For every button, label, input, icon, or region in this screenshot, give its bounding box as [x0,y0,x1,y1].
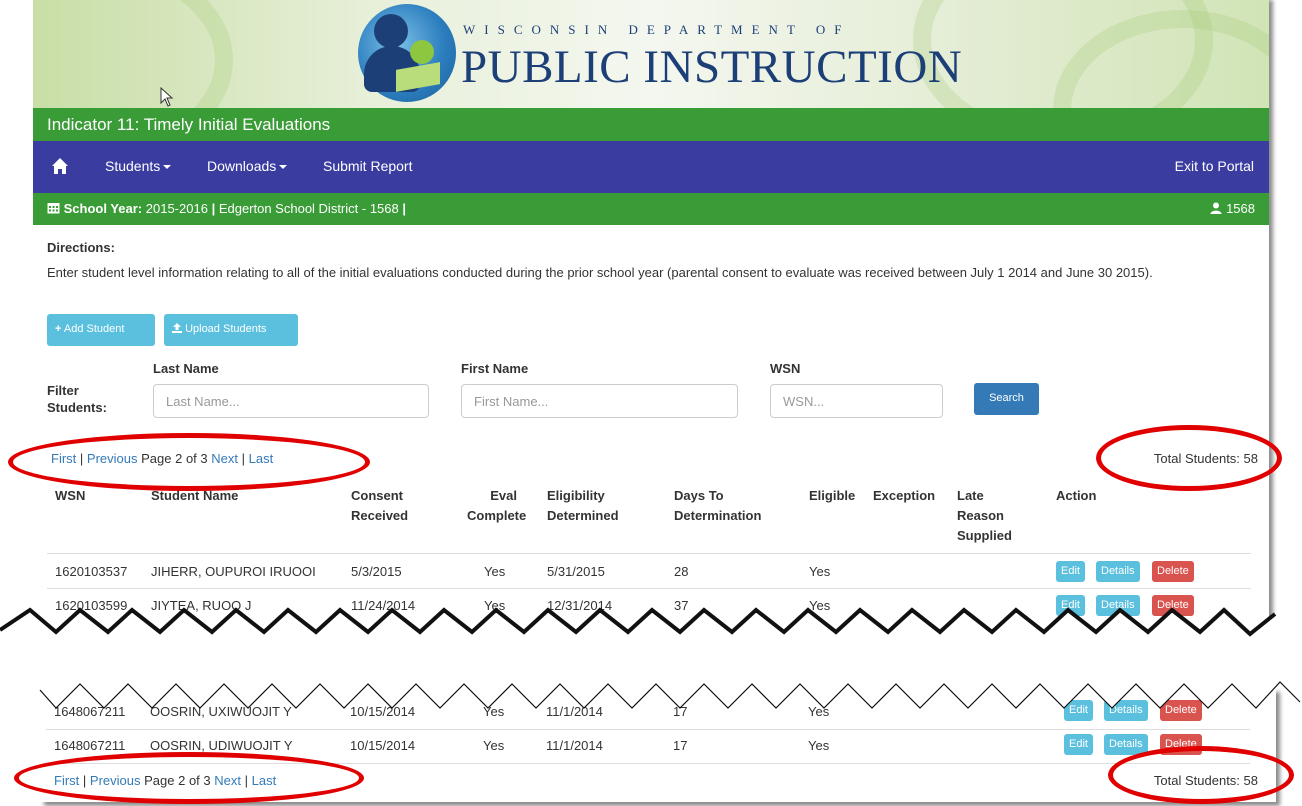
col-header-exception: Exception [873,488,936,503]
cell-eligible: Yes [809,564,831,579]
table-header-divider [47,553,1251,554]
cell-consent: 10/15/2014 [350,738,416,753]
row-divider [47,588,1251,589]
col-header-eligible: Eligible [809,488,856,503]
school-year-label: School Year: [63,201,143,216]
last-name-label: Last Name [153,361,219,376]
upload-students-label: Upload Students [185,323,267,335]
edit-button[interactable]: Edit [1056,561,1085,582]
caret-down-icon [163,165,172,170]
col-header-eligibility-determined: Eligibility Determined [547,488,619,523]
upload-icon [172,323,182,333]
col-header-eval-complete: Eval Complete [467,488,527,523]
school-year-value: 2015-2016 [145,201,208,216]
nav-downloads-dropdown[interactable]: Downloads [207,158,288,174]
directions-text: Enter student level information relating… [47,265,1153,280]
directions-heading: Directions: [47,240,115,255]
torn-edge-top [0,607,1302,650]
wsn-input[interactable]: WSN... [770,384,943,418]
separator: | [402,201,407,216]
nav-students-label: Students [105,158,161,174]
annotation-oval-pager-top [8,433,370,491]
cell-days: 17 [673,738,688,753]
banner-line1: WISCONSIN DEPARTMENT OF [463,22,851,37]
mouse-cursor-icon [160,87,174,107]
user-icon [1210,202,1222,214]
last-name-input[interactable]: Last Name... [153,384,429,418]
top-screenshot-panel: WISCONSIN DEPARTMENT OF PUBLIC INSTRUCTI… [33,0,1269,640]
annotation-oval-pager-bottom [14,752,364,804]
nav-submit-report[interactable]: Submit Report [323,158,412,174]
upload-students-button[interactable]: Upload Students [164,314,298,346]
search-button[interactable]: Search [974,383,1039,415]
cell-eval: Yes [484,564,506,579]
cell-wsn: 1648067211 [54,738,126,753]
torn-edge-bottom [0,680,1302,709]
calendar-icon [47,203,60,214]
add-student-label: Add Student [63,323,125,335]
col-header-days-to-determination: Days To Determination [674,488,762,523]
cell-determined: 11/1/2014 [546,738,603,753]
nav-downloads-label: Downloads [207,158,277,174]
school-year-bar: School Year: 2015-2016 | Edgerton School… [33,193,1269,225]
caret-down-icon [279,165,288,170]
cell-student-name: JIHERR, OUPUROI IRUOOI [151,564,316,579]
filter-students-label: Filter Students: [47,383,107,415]
banner-line2: PUBLIC INSTRUCTION [461,41,963,93]
dpi-logo [358,4,456,102]
row-divider [46,729,1250,730]
header-banner: WISCONSIN DEPARTMENT OF PUBLIC INSTRUCTI… [33,0,1269,108]
district-name: Edgerton School District - 1568 [218,201,399,216]
delete-button[interactable]: Delete [1152,561,1194,582]
annotation-oval-total-top [1096,425,1282,491]
cell-consent: 5/3/2015 [351,564,402,579]
col-header-consent-received: Consent Received [351,488,409,523]
page-title: Indicator 11: Timely Initial Evaluations [47,115,331,134]
cell-days: 28 [674,564,689,579]
separator: | [211,201,219,216]
page-title-bar: Indicator 11: Timely Initial Evaluations [33,108,1269,141]
nav-exit-portal[interactable]: Exit to Portal [1175,158,1254,174]
col-header-late-reason: Late Reason Supplied [957,488,1012,543]
add-student-button[interactable]: + Add Student [47,314,155,346]
details-button[interactable]: Details [1096,561,1140,582]
wsn-label: WSN [770,361,801,376]
annotation-oval-total-bottom [1108,746,1294,804]
cell-eligible: Yes [808,738,830,753]
main-navbar: Students Downloads Submit Report Exit to… [33,141,1269,193]
edit-button[interactable]: Edit [1064,734,1093,755]
col-header-action: Action [1056,488,1097,503]
cell-eval: Yes [483,738,505,753]
nav-students-dropdown[interactable]: Students [105,158,172,174]
home-icon[interactable] [51,157,69,175]
cell-wsn: 1620103537 [55,564,128,579]
first-name-label: First Name [461,361,529,376]
col-header-wsn: WSN [55,488,86,503]
cell-determined: 5/31/2015 [547,564,605,579]
first-name-input[interactable]: First Name... [461,384,738,418]
plus-icon: + [55,323,62,335]
user-badge: 1568 [1210,201,1255,216]
cell-student-name: OOSRIN, UDIWUOJIT Y [150,738,293,753]
user-id: 1568 [1226,201,1255,216]
